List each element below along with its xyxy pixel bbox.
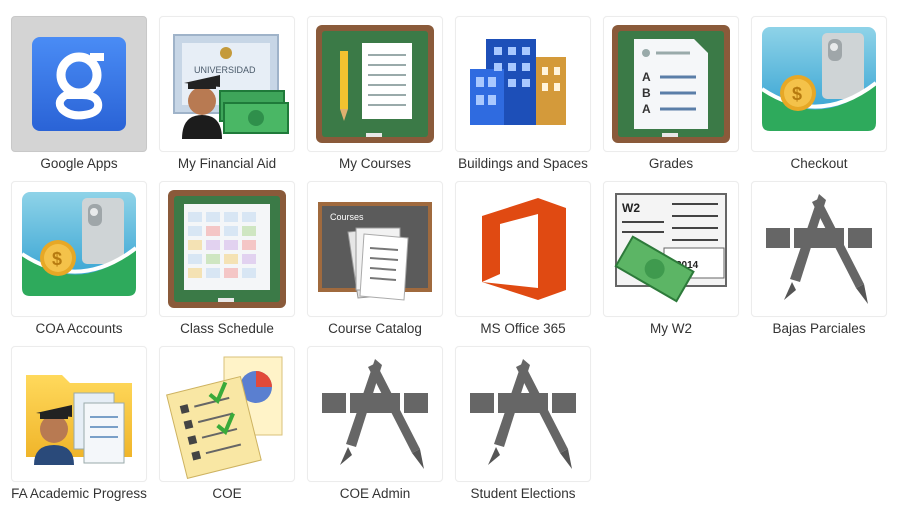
tile-frame	[159, 181, 295, 317]
app-tile-coa-accounts[interactable]: COA Accounts	[0, 165, 148, 336]
app-label: COE	[212, 486, 242, 501]
app-label: COE Admin	[339, 486, 411, 501]
grades-chalkboard-icon: A B A	[612, 25, 730, 143]
app-store-icon	[322, 359, 428, 469]
grade-b-text: B	[642, 86, 651, 100]
financial-aid-icon: UNIVERSIDAD	[173, 34, 289, 139]
app-tile-buildings-and-spaces[interactable]: Buildings and Spaces	[444, 0, 592, 171]
app-label: Bajas Parciales	[772, 321, 866, 336]
app-tile-fa-academic-progress[interactable]: FA Academic Progress	[0, 330, 148, 501]
tile-frame	[159, 346, 295, 482]
app-tile-student-elections[interactable]: Student Elections	[444, 330, 592, 501]
tile-frame	[455, 16, 591, 152]
wallet-coin-icon	[760, 25, 878, 133]
app-label: FA Academic Progress	[11, 486, 147, 501]
notebook-chalkboard-icon	[316, 25, 434, 143]
app-tile-grades[interactable]: A B A Grades	[592, 0, 740, 171]
app-tile-my-w2[interactable]: W2 2014 My W2	[592, 165, 740, 336]
tile-frame	[751, 181, 887, 317]
tile-frame	[751, 16, 887, 152]
app-tile-course-catalog[interactable]: Courses Course Catalog	[296, 165, 444, 336]
tile-frame	[455, 181, 591, 317]
google-apps-icon	[32, 37, 126, 131]
tile-frame: UNIVERSIDAD	[159, 16, 295, 152]
checklist-chart-icon	[166, 356, 283, 480]
tile-frame	[307, 16, 443, 152]
app-tile-checkout[interactable]: Checkout	[740, 0, 888, 171]
app-tile-ms-office-365[interactable]: MS Office 365	[444, 165, 592, 336]
tile-frame	[11, 346, 147, 482]
app-tile-class-schedule[interactable]: Class Schedule	[148, 165, 296, 336]
app-label: My W2	[650, 321, 692, 336]
tile-frame	[11, 181, 147, 317]
app-tile-my-financial-aid[interactable]: UNIVERSIDAD My Financial Aid	[148, 0, 296, 171]
tile-frame	[307, 346, 443, 482]
app-store-icon	[766, 194, 872, 304]
app-tile-my-courses[interactable]: My Courses	[296, 0, 444, 171]
schedule-chalkboard-icon	[168, 190, 286, 308]
app-label: Student Elections	[470, 486, 576, 501]
folder-graduate-icon	[26, 375, 132, 465]
tile-frame: A B A	[603, 16, 739, 152]
tile-frame: W2 2014	[603, 181, 739, 317]
wallet-coin-icon	[20, 190, 138, 298]
grade-a-text: A	[642, 70, 651, 84]
grade-a2-text: A	[642, 102, 651, 116]
app-tile-bajas-parciales[interactable]: Bajas Parciales	[740, 165, 888, 336]
w2-form-icon: W2 2014	[614, 193, 727, 303]
diploma-text: UNIVERSIDAD	[194, 65, 256, 75]
app-tile-google-apps[interactable]: Google Apps	[0, 0, 148, 171]
app-grid: Google Apps UNIVERSIDAD My Financial Aid	[0, 0, 897, 512]
buildings-icon	[470, 39, 566, 125]
tile-frame: Courses	[307, 181, 443, 317]
app-store-icon	[470, 359, 576, 469]
app-tile-coe[interactable]: COE	[148, 330, 296, 501]
tile-frame	[11, 16, 147, 152]
course-catalog-icon: Courses	[318, 202, 432, 301]
app-tile-coe-admin[interactable]: COE Admin	[296, 330, 444, 501]
w2-text: W2	[622, 201, 640, 215]
tile-frame	[455, 346, 591, 482]
courses-text: Courses	[330, 212, 364, 222]
office-365-icon	[482, 198, 566, 300]
